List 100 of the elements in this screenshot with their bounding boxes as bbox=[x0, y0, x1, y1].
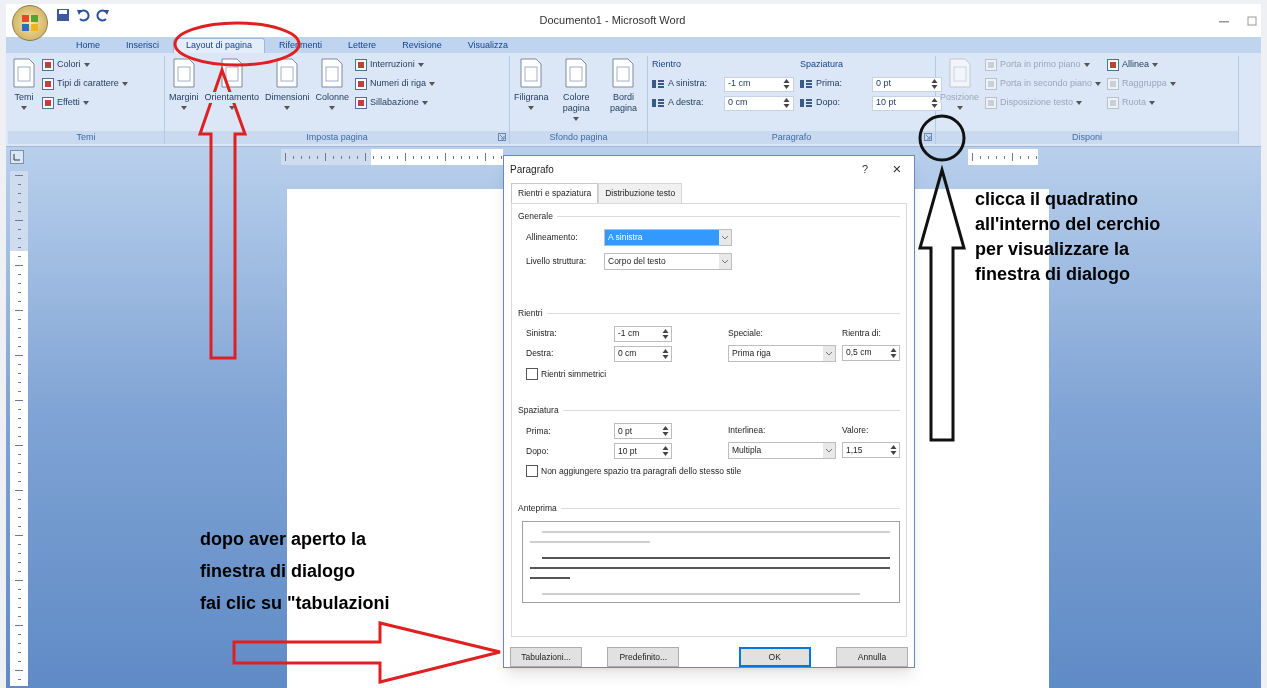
field-label: Sinistra: bbox=[526, 327, 558, 340]
caret-icon bbox=[1152, 63, 1159, 67]
page-icon bbox=[564, 58, 589, 88]
ribbon-button[interactable]: Allinea bbox=[1107, 58, 1176, 72]
group-label: Temi bbox=[76, 130, 96, 144]
caret-icon bbox=[417, 63, 424, 67]
spinner-field[interactable]: -1 cm bbox=[614, 325, 672, 342]
ribbon-tab[interactable]: Home bbox=[64, 38, 112, 53]
ribbon-tab[interactable]: Lettere bbox=[336, 38, 389, 53]
ribbon-button[interactable]: Effetti bbox=[42, 96, 128, 110]
dialog-button[interactable]: Predefinito... bbox=[607, 647, 680, 667]
spinner-field[interactable]: 0 pt bbox=[614, 423, 672, 440]
field-label: Dopo: bbox=[526, 444, 550, 458]
group-heading: Rientro bbox=[652, 58, 682, 71]
square-icon bbox=[985, 78, 998, 90]
ribbon-button[interactable]: Sillabazione bbox=[355, 96, 436, 110]
ribbon-button[interactable]: Margini bbox=[169, 56, 199, 110]
page-icon bbox=[12, 58, 36, 88]
field-label: Livello struttura: bbox=[526, 255, 587, 268]
group-label: Imposta pagina bbox=[306, 130, 368, 144]
ribbon-button[interactable]: Colonne bbox=[315, 56, 350, 110]
indent-icon bbox=[800, 98, 812, 108]
dropdown-field[interactable]: Multipla bbox=[728, 442, 836, 460]
ribbon-button[interactable]: Filigrana bbox=[514, 56, 549, 110]
ribbon-tab[interactable]: Revisione bbox=[390, 38, 454, 53]
ribbon-tab[interactable]: Visualizza bbox=[455, 38, 521, 53]
help-button[interactable]: ? bbox=[854, 161, 876, 178]
ribbon-button[interactable]: Tipi di carattere bbox=[42, 77, 128, 91]
caret-icon bbox=[1149, 101, 1156, 105]
section-title: Generale bbox=[518, 210, 553, 223]
square-icon bbox=[42, 59, 54, 71]
spinner-field[interactable]: 10 pt bbox=[614, 443, 672, 460]
dropdown-field[interactable]: Corpo del testo bbox=[604, 252, 732, 270]
spinner-arrows-icon bbox=[662, 347, 669, 360]
field-label: Destra: bbox=[526, 347, 555, 360]
ribbon-button[interactable]: Colori bbox=[42, 58, 128, 72]
spinner-label: A destra: bbox=[668, 96, 705, 110]
caret-icon bbox=[1169, 82, 1176, 86]
spinner-field[interactable]: 10 pt bbox=[872, 95, 942, 111]
spinner-arrows-icon bbox=[662, 445, 669, 458]
square-icon bbox=[1107, 97, 1120, 109]
caret-icon bbox=[1095, 82, 1102, 86]
spinner-field[interactable]: 0 cm bbox=[724, 95, 794, 111]
spinner-arrows-icon bbox=[662, 327, 669, 340]
ribbon-tab[interactable]: Inserisci bbox=[114, 38, 172, 53]
checkbox[interactable] bbox=[526, 368, 538, 380]
square-icon bbox=[355, 59, 368, 71]
checkbox-label: Non aggiungere spazio tra paragrafi dello stesso stile bbox=[541, 465, 742, 478]
caret-icon bbox=[82, 101, 89, 105]
ribbon-button[interactable]: Orientamento bbox=[204, 56, 260, 110]
window-title: Documento1 - Microsoft Word bbox=[539, 13, 686, 29]
close-button[interactable]: × bbox=[886, 158, 908, 181]
dialog-tab[interactable]: Distribuzione testo bbox=[598, 183, 683, 204]
spinner-field[interactable]: 0 cm bbox=[614, 345, 672, 362]
restore-icon bbox=[1247, 15, 1257, 26]
dialog-button[interactable]: Annulla bbox=[836, 647, 908, 667]
dialog-tab[interactable]: Rientri e spaziatura bbox=[511, 183, 599, 204]
page-icon bbox=[947, 58, 972, 88]
group-label: Sfondo pagina bbox=[549, 130, 608, 144]
spinner-arrows-icon bbox=[931, 78, 938, 90]
ribbon-tab[interactable]: Layout di pagina bbox=[173, 38, 266, 53]
caret-icon bbox=[228, 106, 235, 110]
dialog-launcher-icon bbox=[498, 133, 506, 141]
indent-icon bbox=[652, 98, 664, 108]
caret-icon bbox=[1076, 101, 1083, 105]
field-label: Interlinea: bbox=[728, 424, 767, 438]
spinner-field[interactable]: 0,5 cm bbox=[842, 344, 900, 361]
caret-icon bbox=[1083, 63, 1090, 67]
caret-icon bbox=[528, 106, 535, 110]
spinner-arrows-icon bbox=[783, 78, 790, 90]
caret-icon bbox=[956, 106, 963, 110]
checkbox[interactable] bbox=[526, 465, 538, 478]
group-label: Paragrafo bbox=[771, 130, 812, 144]
dialog-title: Paragrafo bbox=[510, 163, 555, 178]
square-icon bbox=[985, 97, 998, 109]
dropdown-field[interactable]: Prima riga bbox=[728, 344, 836, 362]
caret-icon bbox=[421, 101, 428, 105]
ribbon-button[interactable]: Temi bbox=[12, 56, 36, 110]
square-icon bbox=[1107, 59, 1120, 71]
group-heading: Spaziatura bbox=[800, 58, 845, 71]
page-icon bbox=[611, 58, 636, 88]
ribbon-button[interactable]: Interruzioni bbox=[355, 58, 436, 72]
caret-icon bbox=[121, 82, 128, 86]
undo-icon bbox=[76, 8, 90, 22]
ribbon-button[interactable]: Bordi pagina bbox=[603, 56, 643, 114]
spinner-label: Dopo: bbox=[816, 96, 842, 110]
section-title: Rientri bbox=[518, 306, 543, 320]
dialog-button[interactable]: Tabulazioni... bbox=[510, 647, 582, 667]
dialog-button[interactable]: OK bbox=[738, 647, 811, 667]
square-icon bbox=[1107, 78, 1120, 90]
spinner-field[interactable]: 0 pt bbox=[872, 76, 942, 92]
annotation-text: clicca il quadratino all'interno del cerchio per visualizzare la finestra di dialogo bbox=[975, 188, 1161, 286]
spinner-field[interactable]: -1 cm bbox=[724, 76, 794, 92]
ribbon-button[interactable]: Dimensioni bbox=[265, 56, 310, 110]
spinner-field[interactable]: 1,15 bbox=[842, 442, 900, 459]
ribbon-button[interactable]: Numeri di riga bbox=[355, 77, 436, 91]
ribbon-button[interactable]: Colore pagina bbox=[554, 56, 598, 121]
save-icon bbox=[56, 8, 70, 22]
indent-icon bbox=[800, 79, 812, 89]
field-label: Allineamento: bbox=[526, 231, 579, 244]
